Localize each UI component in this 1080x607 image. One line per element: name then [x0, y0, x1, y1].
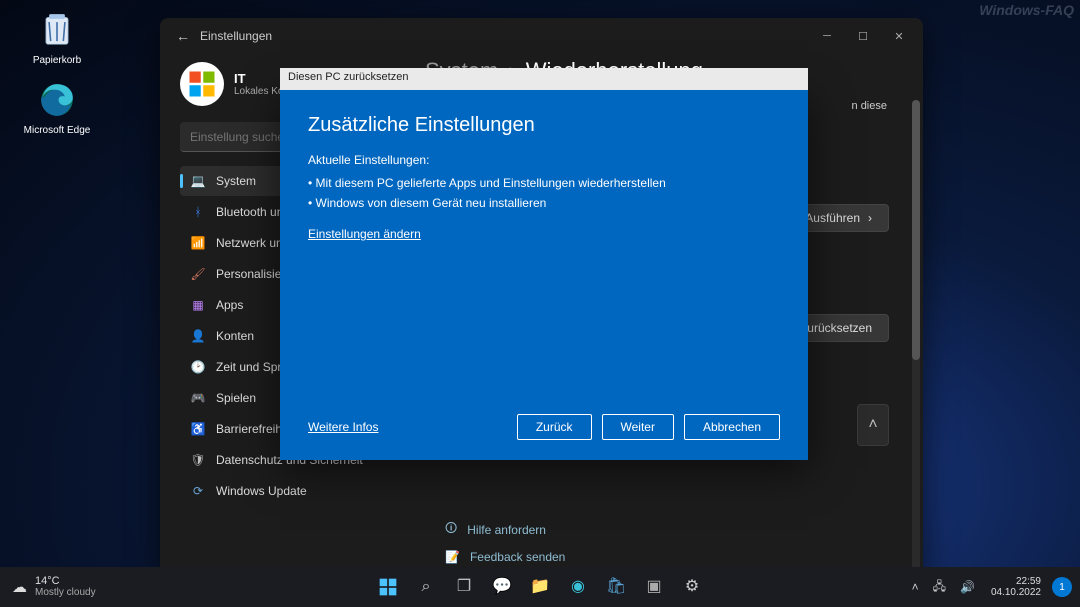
chat-icon: 💬 — [492, 577, 512, 597]
sidebar-item-label: System — [216, 174, 256, 188]
edge-icon — [35, 78, 79, 122]
feedback-icon: 📝 — [445, 550, 460, 564]
nav-icon: 📶 — [190, 235, 206, 251]
store-icon: 🛍 — [606, 577, 626, 597]
store-button[interactable]: 🛍 — [599, 570, 633, 604]
edge-icon: ◉ — [568, 577, 588, 597]
tray-volume[interactable]: 🔊 — [955, 580, 980, 594]
desktop-edge[interactable]: Microsoft Edge — [22, 78, 92, 136]
next-button[interactable]: Weiter — [602, 414, 674, 440]
system-tray: ˄ 🖧 🔊 22:59 04.10.2022 1 — [907, 576, 1080, 599]
dialog-subheading: Aktuelle Einstellungen: — [308, 153, 780, 167]
app-title: Einstellungen — [200, 29, 809, 43]
change-settings-link[interactable]: Einstellungen ändern — [308, 227, 780, 241]
task-view-button[interactable]: ❐ — [447, 570, 481, 604]
dialog-title: Diesen PC zurücksetzen — [280, 68, 808, 90]
folder-icon: 📁 — [530, 577, 550, 597]
chevron-up-icon: ˄ — [912, 580, 919, 594]
maximize-button[interactable]: ☐ — [845, 18, 881, 54]
avatar — [180, 62, 224, 106]
nav-icon: ⟳ — [190, 483, 206, 499]
search-icon: ⌕ — [416, 577, 436, 597]
clock-date: 04.10.2022 — [991, 587, 1041, 599]
nav-icon: 🖌 — [190, 266, 206, 282]
nav-icon: 🎮 — [190, 390, 206, 406]
more-info-link[interactable]: Weitere Infos — [308, 420, 378, 434]
close-button[interactable]: ✕ — [881, 18, 917, 54]
scroll-thumb[interactable] — [912, 100, 920, 360]
search-button[interactable]: ⌕ — [409, 570, 443, 604]
watermark: Windows-FAQ — [979, 2, 1074, 18]
help-link[interactable]: 🛈Hilfe anfordern — [445, 519, 565, 540]
notification-badge[interactable]: 1 — [1052, 577, 1072, 597]
taskbar-clock[interactable]: 22:59 04.10.2022 — [984, 576, 1048, 599]
nav-icon: ▦ — [190, 297, 206, 313]
terminal-icon: ▣ — [644, 577, 664, 597]
desktop-recycle-bin[interactable]: Papierkorb — [22, 8, 92, 66]
nav-icon: ᚼ — [190, 204, 206, 220]
weather-desc: Mostly cloudy — [35, 587, 96, 599]
settings-taskbar-button[interactable]: ⚙ — [675, 570, 709, 604]
desktop-icon-label: Papierkorb — [22, 55, 92, 66]
scrollbar[interactable] — [912, 100, 920, 570]
minimize-button[interactable]: ─ — [809, 18, 845, 54]
gear-icon: ⚙ — [682, 577, 702, 597]
volume-icon: 🔊 — [960, 580, 975, 594]
nav-icon: 🕑 — [190, 359, 206, 375]
weather-temp: 14°C — [35, 576, 96, 587]
chevron-up-icon: ˄ — [868, 416, 877, 434]
nav-icon: ♿ — [190, 421, 206, 437]
sidebar-item-label: Konten — [216, 329, 254, 343]
desktop-icon-label: Microsoft Edge — [22, 125, 92, 136]
feedback-link[interactable]: 📝Feedback senden — [445, 550, 565, 564]
taskbar: ☁ 14°C Mostly cloudy ⌕ ❐ 💬 📁 ◉ 🛍 ▣ ⚙ ˄ 🖧… — [0, 567, 1080, 607]
cancel-button[interactable]: Abbrechen — [684, 414, 780, 440]
task-view-icon: ❐ — [454, 577, 474, 597]
help-icon: 🛈 — [445, 519, 457, 540]
taskbar-center: ⌕ ❐ 💬 📁 ◉ 🛍 ▣ ⚙ — [371, 570, 709, 604]
dialog-heading: Zusätzliche Einstellungen — [308, 114, 780, 137]
sidebar-item-label: Spielen — [216, 391, 256, 405]
dialog-list-item: Windows von diesem Gerät neu installiere… — [308, 193, 780, 213]
dialog-list: Mit diesem PC gelieferte Apps und Einste… — [308, 173, 780, 213]
dialog-list-item: Mit diesem PC gelieferte Apps und Einste… — [308, 173, 780, 193]
chevron-right-icon: › — [868, 211, 872, 225]
network-icon: 🖧 — [933, 579, 946, 593]
terminal-button[interactable]: ▣ — [637, 570, 671, 604]
reset-dialog: Diesen PC zurücksetzen Zusätzliche Einst… — [280, 90, 808, 460]
sidebar-item-windows-update[interactable]: ⟳ Windows Update — [180, 476, 393, 506]
sidebar-item-label: Apps — [216, 298, 243, 312]
tray-network[interactable]: 🖧 — [928, 577, 951, 598]
sidebar-item-label: Windows Update — [216, 484, 307, 498]
nav-icon: 🛡 — [190, 452, 206, 468]
chat-button[interactable]: 💬 — [485, 570, 519, 604]
expand-button[interactable]: ˄ — [857, 404, 889, 446]
nav-icon: 👤 — [190, 328, 206, 344]
titlebar: ← Einstellungen ─ ☐ ✕ — [160, 18, 923, 54]
explorer-button[interactable]: 📁 — [523, 570, 557, 604]
tray-overflow[interactable]: ˄ — [907, 580, 924, 594]
recycle-bin-icon — [35, 8, 79, 52]
weather-icon: ☁ — [12, 578, 27, 596]
back-button[interactable]: Zurück — [517, 414, 592, 440]
weather-widget[interactable]: ☁ 14°C Mostly cloudy — [0, 576, 108, 599]
nav-icon: 💻 — [190, 173, 206, 189]
clock-time: 22:59 — [991, 576, 1041, 588]
back-button[interactable]: ← — [166, 28, 200, 44]
start-button[interactable] — [371, 570, 405, 604]
edge-taskbar-button[interactable]: ◉ — [561, 570, 595, 604]
